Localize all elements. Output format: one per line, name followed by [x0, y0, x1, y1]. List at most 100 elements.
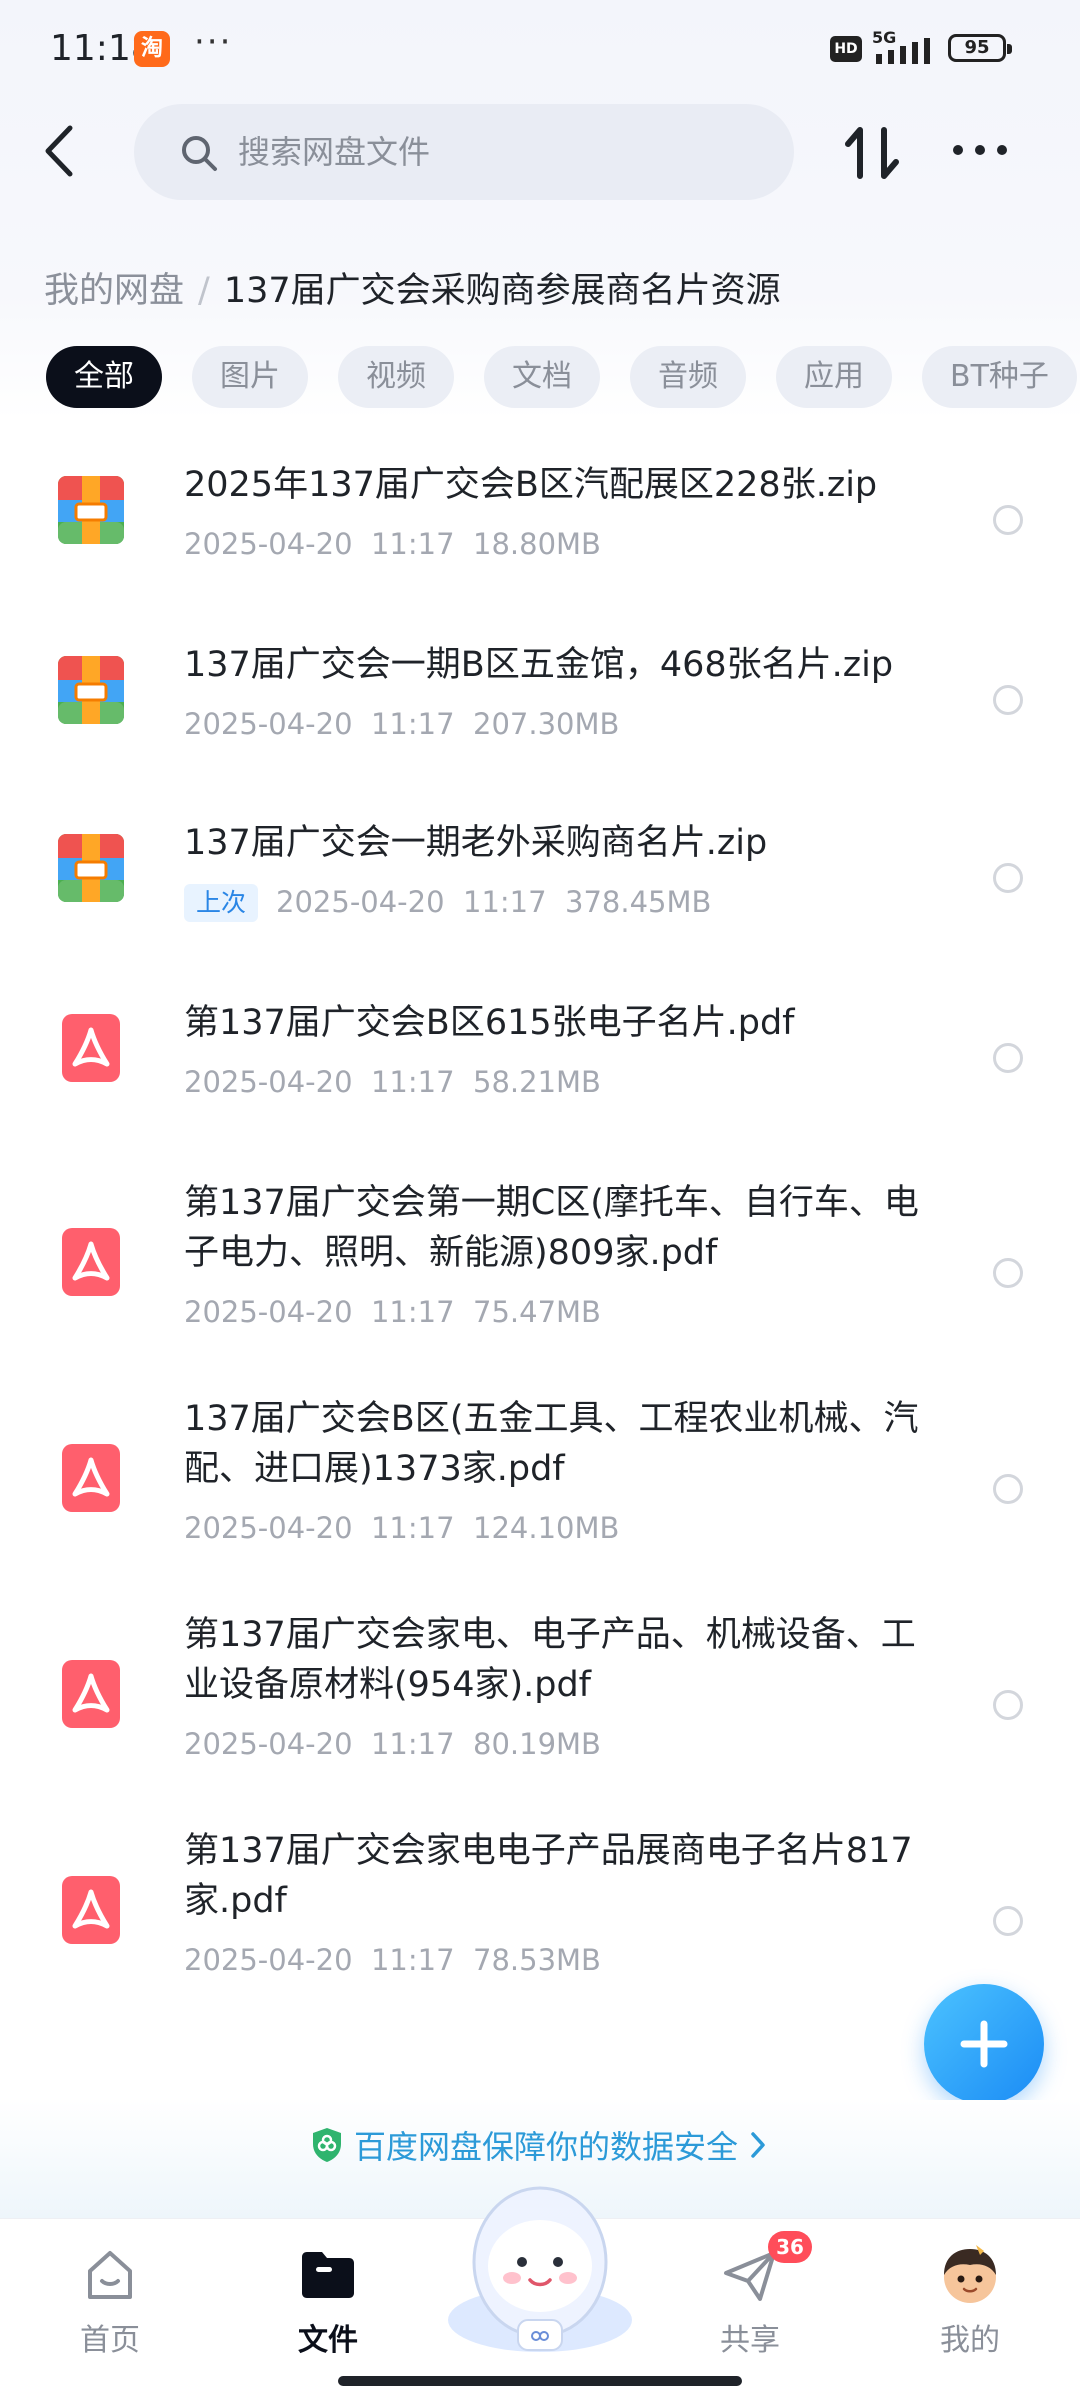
taobao-notification-icon: 淘: [134, 31, 170, 67]
nav-mine-label: 我的: [940, 2323, 1000, 2358]
select-radio[interactable]: [993, 1043, 1023, 1073]
file-name: 137届广交会一期B区五金馆，468张名片.zip: [184, 645, 894, 685]
pdf-file-icon: [62, 1014, 120, 1082]
select-radio[interactable]: [993, 1906, 1023, 1936]
search-box[interactable]: [134, 104, 794, 200]
back-button[interactable]: [34, 118, 90, 184]
add-button[interactable]: [924, 1984, 1044, 2104]
zip-file-icon: [58, 476, 124, 544]
last-opened-badge: 上次: [184, 884, 259, 922]
file-date: 2025-04-20: [184, 1065, 353, 1099]
select-radio[interactable]: [993, 1690, 1023, 1720]
nav-home-label: 首页: [80, 2323, 140, 2358]
file-time: 11:17: [370, 1943, 455, 1977]
nav-home[interactable]: 首页: [40, 2231, 180, 2361]
file-date: 2025-04-20: [184, 707, 353, 741]
file-time: 11:17: [370, 1295, 455, 1329]
battery-icon: 95: [948, 34, 1012, 62]
shield-icon: [313, 2128, 341, 2162]
tab-images[interactable]: 图片: [192, 346, 308, 408]
tab-bt-torrent[interactable]: BT种子: [922, 346, 1077, 408]
file-time: 11:17: [370, 1065, 455, 1099]
file-date: 2025-04-20: [184, 1727, 353, 1761]
pdf-file-icon: [62, 1660, 120, 1728]
file-meta: 2025-04-20 11:17 80.19MB: [184, 1724, 601, 1764]
file-meta: 2025-04-20 11:17 75.47MB: [184, 1292, 601, 1332]
file-meta: 2025-04-20 11:17 58.21MB: [184, 1062, 601, 1102]
tab-videos[interactable]: 视频: [338, 346, 454, 408]
zip-file-icon: [58, 834, 124, 902]
file-meta: 2025-04-20 11:17 207.30MB: [184, 704, 619, 744]
select-radio[interactable]: [993, 1474, 1023, 1504]
file-meta: 2025-04-20 11:17 78.53MB: [184, 1940, 601, 1980]
file-meta: 2025-04-20 11:17 18.80MB: [184, 524, 601, 564]
folder-icon: [302, 2252, 354, 2298]
signal-icon: [876, 38, 930, 64]
file-name: 第137届广交会家电电子产品展商电子名片817家.pdf: [184, 1831, 913, 1921]
tab-all[interactable]: 全部: [46, 346, 162, 408]
plus-icon: [960, 2020, 1008, 2068]
zip-file-icon: [58, 656, 124, 724]
mascot-assistant-icon[interactable]: [440, 2170, 640, 2360]
file-date: 2025-04-20: [184, 1295, 353, 1329]
chevron-right-icon: [751, 2132, 765, 2158]
security-text: 百度网盘保障你的数据安全: [354, 2128, 739, 2166]
file-row[interactable]: 第137届广交会家电、电子产品、机械设备、工业设备原材料(954家).pdf 2…: [0, 1610, 1080, 1790]
breadcrumb: 我的网盘 / 137届广交会采购商参展商名片资源: [44, 262, 781, 311]
nav-files-label: 文件: [298, 2323, 358, 2358]
share-badge: 36: [768, 2231, 812, 2263]
file-row[interactable]: 第137届广交会B区615张电子名片.pdf 2025-04-20 11:17 …: [0, 998, 1080, 1138]
file-date: 2025-04-20: [184, 1511, 353, 1545]
nav-share[interactable]: 36 共享: [680, 2231, 820, 2361]
breadcrumb-root[interactable]: 我的网盘: [44, 271, 184, 311]
file-row[interactable]: 第137届广交会第一期C区(摩托车、自行车、电子电力、照明、新能源)809家.p…: [0, 1178, 1080, 1358]
file-size: 124.10MB: [473, 1511, 620, 1545]
file-date: 2025-04-20: [184, 527, 353, 561]
file-row[interactable]: 137届广交会一期B区五金馆，468张名片.zip 2025-04-20 11:…: [0, 640, 1080, 780]
file-time: 11:17: [370, 527, 455, 561]
home-icon: [88, 2251, 132, 2299]
sort-icon[interactable]: [844, 122, 900, 184]
file-row[interactable]: 137届广交会一期老外采购商名片.zip 上次 2025-04-20 11:17 …: [0, 818, 1080, 958]
tab-audio[interactable]: 音频: [630, 346, 746, 408]
file-row[interactable]: 137届广交会B区(五金工具、工程农业机械、汽配、进口展)1373家.pdf 2…: [0, 1394, 1080, 1574]
file-row[interactable]: 第137届广交会家电电子产品展商电子名片817家.pdf 2025-04-20 …: [0, 1826, 1080, 2006]
file-date: 2025-04-20: [276, 885, 445, 919]
nav-share-label: 共享: [720, 2323, 780, 2358]
nav-mine[interactable]: 我的: [900, 2231, 1040, 2361]
tab-documents[interactable]: 文档: [484, 346, 600, 408]
file-meta: 2025-04-20 11:17 124.10MB: [184, 1508, 619, 1548]
file-time: 11:17: [370, 1511, 455, 1545]
file-row[interactable]: 2025年137届广交会B区汽配展区228张.zip 2025-04-20 11…: [0, 460, 1080, 600]
file-name: 第137届广交会家电、电子产品、机械设备、工业设备原材料(954家).pdf: [184, 1615, 916, 1705]
home-indicator[interactable]: [338, 2376, 742, 2386]
file-date: 2025-04-20: [184, 1943, 353, 1977]
select-radio[interactable]: [993, 505, 1023, 535]
file-time: 11:17: [463, 885, 547, 919]
filter-tabs: 全部 图片 视频 文档 音频 应用 BT种子: [46, 346, 1080, 408]
search-icon: [182, 136, 217, 171]
breadcrumb-separator: /: [198, 271, 210, 311]
select-radio[interactable]: [993, 1258, 1023, 1288]
file-size: 378.45MB: [565, 885, 712, 919]
status-bar: 11:18 淘 ··· HD 5G 95: [0, 0, 1080, 100]
nav-files[interactable]: 文件: [258, 2231, 398, 2361]
file-name: 第137届广交会第一期C区(摩托车、自行车、电子电力、照明、新能源)809家.p…: [184, 1183, 919, 1273]
file-size: 18.80MB: [473, 527, 601, 561]
pdf-file-icon: [62, 1876, 120, 1944]
search-input[interactable]: [238, 126, 758, 178]
hd-voice-icon: HD: [830, 36, 862, 62]
more-options-icon[interactable]: [950, 130, 1010, 170]
tab-apps[interactable]: 应用: [776, 346, 892, 408]
pdf-file-icon: [62, 1444, 120, 1512]
breadcrumb-current-folder: 137届广交会采购商参展商名片资源: [223, 271, 781, 311]
file-size: 78.53MB: [473, 1943, 601, 1977]
file-size: 75.47MB: [473, 1295, 601, 1329]
file-name: 137届广交会一期老外采购商名片.zip: [184, 823, 768, 863]
select-radio[interactable]: [993, 863, 1023, 893]
file-name: 2025年137届广交会B区汽配展区228张.zip: [184, 465, 878, 505]
more-notifications-icon: ···: [194, 22, 233, 62]
avatar: [944, 2245, 996, 2303]
file-name: 第137届广交会B区615张电子名片.pdf: [184, 1003, 795, 1043]
select-radio[interactable]: [993, 685, 1023, 715]
